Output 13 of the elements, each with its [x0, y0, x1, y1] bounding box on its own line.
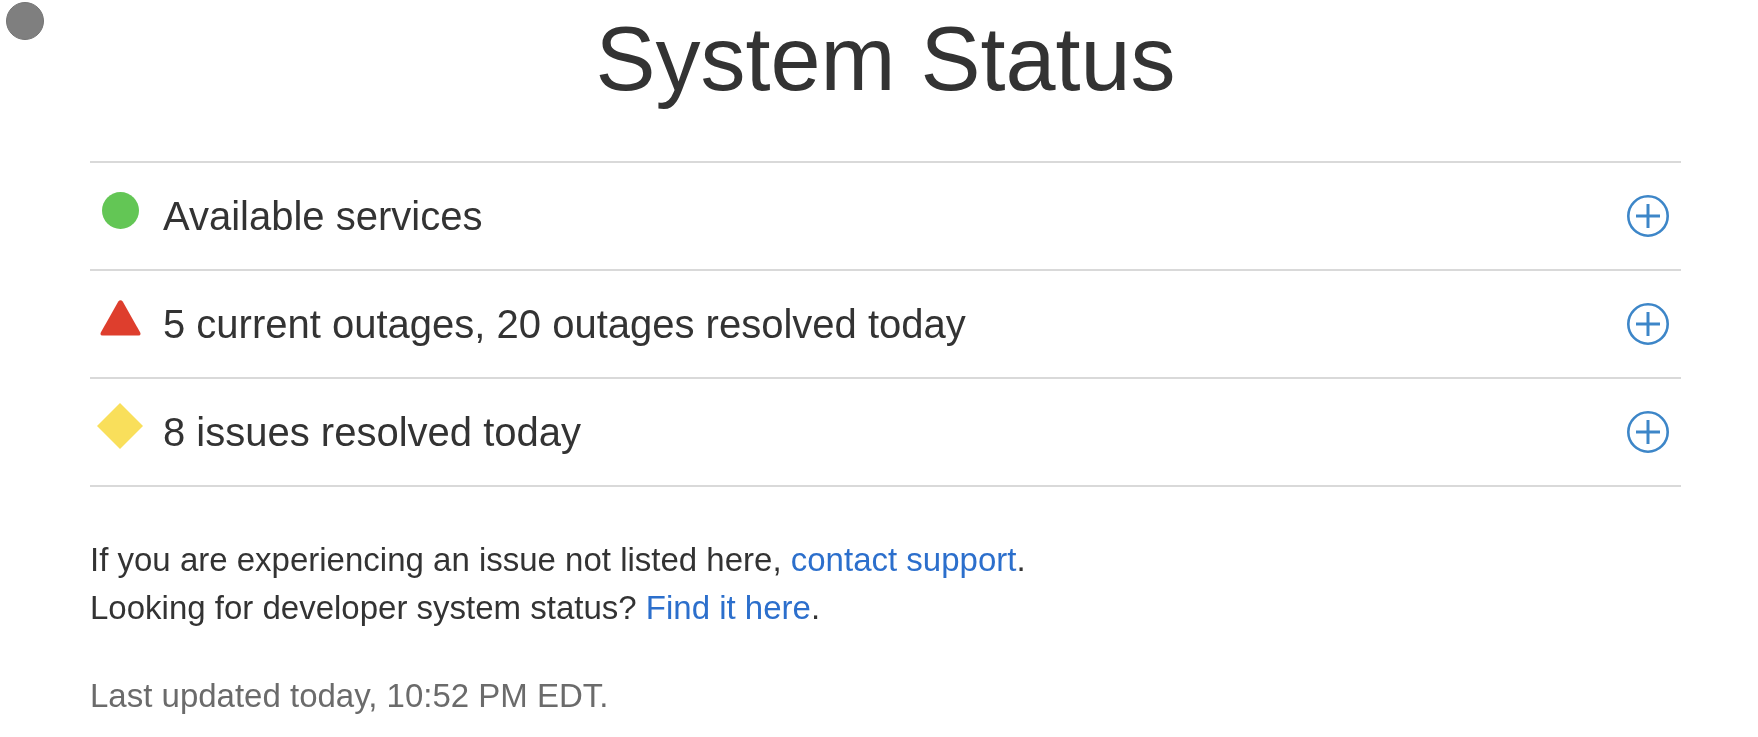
help-link[interactable]: Find it here	[645, 589, 811, 626]
expand-plus-icon[interactable]	[1627, 411, 1669, 453]
status-text: 5 current outages, 20 outages resolved today	[163, 301, 966, 348]
page-title: System Status	[595, 9, 1176, 111]
help-note: If you are experiencing an issue not listed here, contact support.	[90, 540, 1027, 580]
help-link[interactable]: contact support	[790, 541, 1017, 578]
expand-plus-icon[interactable]	[1627, 303, 1669, 345]
help-note: Looking for developer system status? Find it here.	[90, 588, 822, 628]
status-text: Available services	[163, 193, 483, 240]
last-updated-text: Last updated today, 10:52 PM EDT.	[90, 676, 610, 716]
expand-plus-icon[interactable]	[1627, 195, 1669, 237]
status-text: 8 issues resolved today	[163, 409, 581, 456]
dot-icon	[6, 2, 44, 40]
